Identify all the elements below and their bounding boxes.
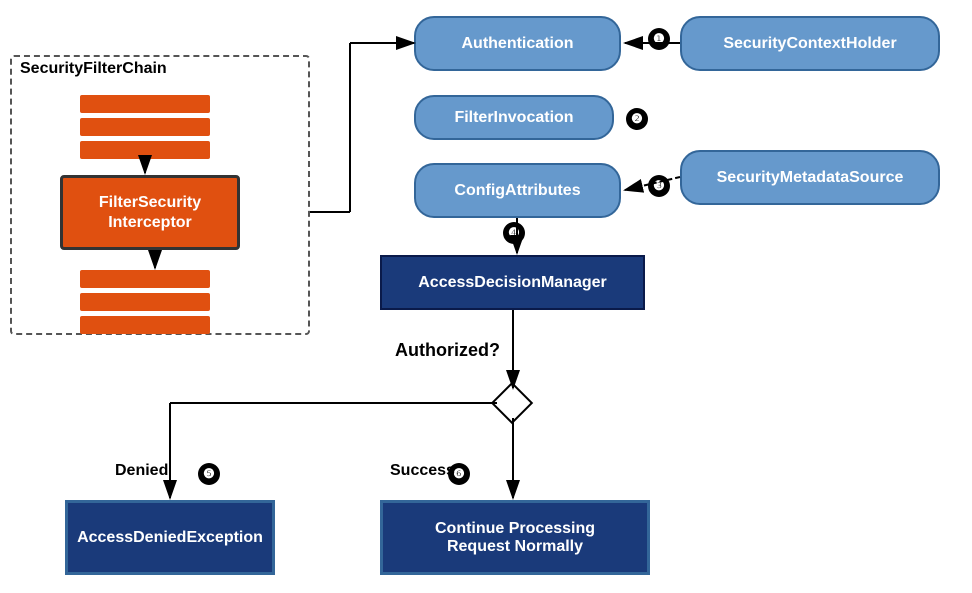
num-circle-5: ❺ — [198, 463, 220, 485]
filter-bar-bottom-2 — [80, 293, 210, 311]
num-circle-1: ❶ — [648, 28, 670, 50]
num-circle-3: ❸ — [648, 175, 670, 197]
filter-bar-bottom-3 — [80, 316, 210, 334]
filter-bar-top-2 — [80, 118, 210, 136]
filter-security-interceptor-box: FilterSecurityInterceptor — [60, 175, 240, 250]
decision-diamond — [491, 382, 533, 424]
num-circle-2: ❷ — [626, 108, 648, 130]
adm-label: AccessDecisionManager — [418, 274, 607, 292]
security-metadata-source-box: SecurityMetadataSource — [680, 150, 940, 205]
diagram: SecurityFilterChain FilterSecurityInterc… — [0, 0, 972, 593]
ade-label: AccessDeniedException — [77, 529, 263, 547]
authentication-box: Authentication — [414, 16, 621, 71]
denied-label: Denied — [115, 462, 168, 480]
ca-label: ConfigAttributes — [454, 182, 580, 200]
config-attributes-box: ConfigAttributes — [414, 163, 621, 218]
filter-bar-bottom-1 — [80, 270, 210, 288]
access-denied-exception-box: AccessDeniedException — [65, 500, 275, 575]
filter-bar-top-1 — [80, 95, 210, 113]
filter-bar-top-3 — [80, 141, 210, 159]
security-context-holder-box: SecurityContextHolder — [680, 16, 940, 71]
sms-label: SecurityMetadataSource — [717, 169, 904, 187]
num-circle-4: ❹ — [503, 222, 525, 244]
auth-label: Authentication — [462, 35, 574, 53]
cp-label: Continue ProcessingRequest Normally — [435, 520, 595, 556]
sch-label: SecurityContextHolder — [723, 35, 896, 53]
filter-chain-label: SecurityFilterChain — [20, 60, 167, 78]
authorized-label: Authorized? — [395, 340, 500, 361]
access-decision-manager-box: AccessDecisionManager — [380, 255, 645, 310]
success-label: Success — [390, 462, 455, 480]
fi-label: FilterInvocation — [454, 109, 573, 127]
fsi-label: FilterSecurityInterceptor — [99, 193, 201, 231]
continue-processing-box: Continue ProcessingRequest Normally — [380, 500, 650, 575]
filter-invocation-box: FilterInvocation — [414, 95, 614, 140]
